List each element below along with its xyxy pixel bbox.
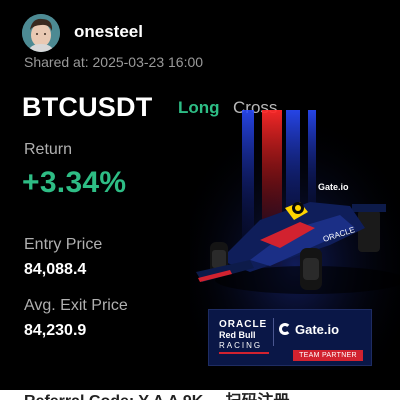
gate-logo-icon xyxy=(279,323,291,335)
trading-pair: BTCUSDT xyxy=(22,92,153,122)
shared-at: Shared at: 2025-03-23 16:00 xyxy=(24,54,203,70)
entry-price-value: 84,088.4 xyxy=(24,261,87,278)
sponsor-divider xyxy=(273,318,274,346)
sponsor-badge: ORACLE Red Bull RACING Gate.io TEAM PART… xyxy=(208,309,372,366)
shared-at-label: Shared at: xyxy=(24,54,89,70)
share-card: onesteel Shared at: 2025-03-23 16:00 BTC… xyxy=(0,0,400,390)
sponsor-redbull: Red Bull xyxy=(219,330,256,340)
referral-footer: Referral Code: Y A A 9K ... 扫码注册 xyxy=(0,390,400,400)
avatar xyxy=(22,14,60,52)
sponsor-oracle: ORACLE xyxy=(219,319,268,330)
exit-price-value: 84,230.9 xyxy=(24,322,87,339)
sponsor-gate: Gate.io xyxy=(295,322,340,337)
username: onesteel xyxy=(74,22,143,41)
sponsor-accent-line xyxy=(219,352,269,354)
exit-price-label: Avg. Exit Price xyxy=(24,297,128,314)
entry-price-label: Entry Price xyxy=(24,236,103,253)
return-value: +3.34% xyxy=(22,166,127,199)
avatar-image xyxy=(22,14,60,52)
return-label: Return xyxy=(24,141,73,158)
car-livery-text: Gate.io xyxy=(318,182,349,192)
referral-code-text: Referral Code: Y A A 9K ... 扫码注册 xyxy=(24,390,290,400)
sponsor-racing: RACING xyxy=(219,341,263,350)
shared-at-timestamp: 2025-03-23 16:00 xyxy=(92,54,204,70)
sponsor-partner-tag: TEAM PARTNER xyxy=(293,350,363,361)
